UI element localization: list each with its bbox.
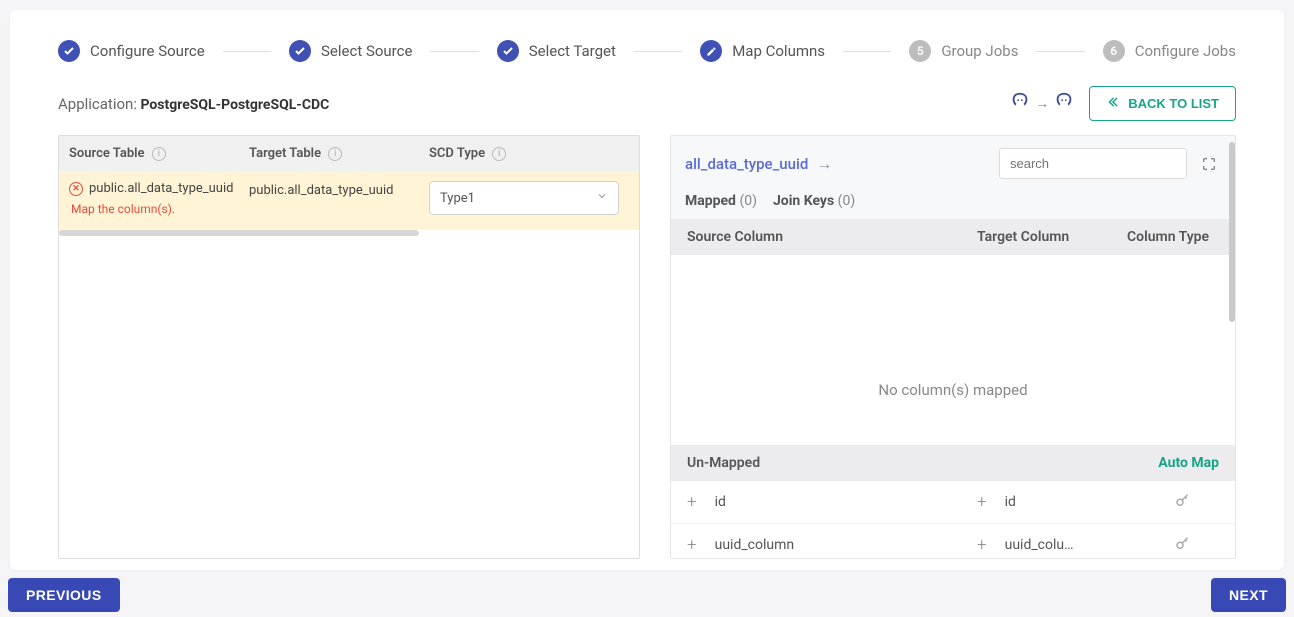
plus-icon[interactable]: + bbox=[977, 492, 987, 512]
table-mapping-list: Source Table i Target Table i SCD Type i… bbox=[58, 135, 640, 559]
step-label: Select Target bbox=[529, 42, 616, 60]
edit-icon bbox=[700, 40, 722, 62]
empty-text: No column(s) mapped bbox=[878, 381, 1027, 399]
arrow-right-icon: → bbox=[1035, 95, 1049, 112]
step-configure-source[interactable]: Configure Source bbox=[58, 40, 205, 62]
step-number-icon: 6 bbox=[1103, 40, 1125, 62]
chevron-down-icon bbox=[596, 190, 608, 206]
join-keys-label: Join Keys bbox=[773, 193, 834, 209]
expand-icon[interactable] bbox=[1197, 152, 1221, 176]
source-table-header: Source Table bbox=[69, 146, 145, 161]
mapped-empty-state: No column(s) mapped bbox=[671, 255, 1235, 445]
plus-icon[interactable]: + bbox=[687, 535, 697, 555]
step-label: Configure Source bbox=[90, 42, 205, 60]
application-label: Application: PostgreSQL-PostgreSQL-CDC bbox=[58, 95, 329, 113]
step-label: Map Columns bbox=[732, 42, 825, 60]
step-label: Group Jobs bbox=[941, 42, 1018, 60]
arrow-right-icon: → bbox=[816, 154, 832, 174]
info-icon[interactable]: i bbox=[152, 147, 166, 161]
check-icon bbox=[497, 40, 519, 62]
scd-type-header: SCD Type bbox=[429, 146, 485, 161]
step-map-columns[interactable]: Map Columns bbox=[700, 40, 825, 62]
column-type-header: Column Type bbox=[1127, 229, 1219, 245]
unmapped-label: Un-Mapped bbox=[687, 455, 760, 471]
step-connector bbox=[634, 51, 682, 52]
plus-icon[interactable]: + bbox=[687, 492, 697, 512]
scd-selected-value: Type1 bbox=[440, 191, 475, 206]
step-label: Configure Jobs bbox=[1135, 42, 1236, 60]
application-name: PostgreSQL-PostgreSQL-CDC bbox=[140, 97, 329, 113]
plus-icon[interactable]: + bbox=[977, 535, 987, 555]
key-icon[interactable] bbox=[1174, 534, 1192, 556]
application-label-text: Application: bbox=[58, 95, 137, 113]
step-connector bbox=[223, 51, 271, 52]
step-connector bbox=[430, 51, 478, 52]
check-icon bbox=[289, 40, 311, 62]
table-row[interactable]: ✕ public.all_data_type_uuid Map the colu… bbox=[59, 171, 639, 230]
target-table-header: Target Table bbox=[249, 146, 321, 161]
automap-button[interactable]: Auto Map bbox=[1158, 455, 1219, 471]
key-icon[interactable] bbox=[1174, 491, 1192, 513]
selected-table-title: all_data_type_uuid bbox=[685, 155, 808, 173]
source-table-value: public.all_data_type_uuid bbox=[89, 181, 233, 196]
step-configure-jobs: 6 Configure Jobs bbox=[1103, 40, 1236, 62]
unmapped-row: + id + id bbox=[671, 481, 1235, 524]
info-icon[interactable]: i bbox=[328, 147, 342, 161]
wizard-stepper: Configure Source Select Source Select Ta… bbox=[10, 10, 1284, 80]
mapped-label: Mapped bbox=[685, 193, 736, 209]
tab-mapped[interactable]: Mapped (0) bbox=[685, 193, 757, 209]
previous-button[interactable]: PREVIOUS bbox=[8, 578, 120, 612]
column-mapping-panel: all_data_type_uuid → Mapped (0) Join Key… bbox=[670, 135, 1236, 559]
unmapped-row: + uuid_column + uuid_colu… bbox=[671, 524, 1235, 559]
step-select-source[interactable]: Select Source bbox=[289, 40, 412, 62]
step-group-jobs: 5 Group Jobs bbox=[909, 40, 1018, 62]
source-column-name: uuid_column bbox=[715, 537, 795, 553]
error-message: Map the column(s). bbox=[71, 202, 249, 216]
mapped-count: (0) bbox=[739, 193, 757, 209]
vertical-scrollbar[interactable] bbox=[1229, 142, 1235, 322]
target-column-name: uuid_colu… bbox=[1005, 537, 1074, 553]
postgres-target-icon bbox=[1053, 91, 1075, 117]
scd-type-select[interactable]: Type1 bbox=[429, 181, 619, 215]
check-icon bbox=[58, 40, 80, 62]
chevron-left-icon bbox=[1106, 95, 1120, 112]
next-button[interactable]: NEXT bbox=[1211, 578, 1286, 612]
step-number-icon: 5 bbox=[909, 40, 931, 62]
source-target-icons: → bbox=[1009, 91, 1075, 117]
step-select-target[interactable]: Select Target bbox=[497, 40, 616, 62]
back-to-list-label: BACK TO LIST bbox=[1128, 96, 1219, 111]
postgres-source-icon bbox=[1009, 91, 1031, 117]
info-icon[interactable]: i bbox=[492, 147, 506, 161]
step-connector bbox=[843, 51, 891, 52]
step-connector bbox=[1036, 51, 1084, 52]
source-column-header: Source Column bbox=[687, 229, 977, 245]
target-table-value: public.all_data_type_uuid bbox=[249, 181, 429, 198]
horizontal-scrollbar[interactable] bbox=[59, 230, 639, 236]
join-keys-count: (0) bbox=[838, 193, 856, 209]
target-column-header: Target Column bbox=[977, 229, 1127, 245]
search-input[interactable] bbox=[999, 148, 1187, 179]
target-column-name: id bbox=[1005, 494, 1016, 510]
back-to-list-button[interactable]: BACK TO LIST bbox=[1089, 86, 1236, 121]
step-label: Select Source bbox=[321, 42, 412, 60]
source-column-name: id bbox=[715, 494, 726, 510]
error-icon: ✕ bbox=[69, 182, 83, 196]
tab-join-keys[interactable]: Join Keys (0) bbox=[773, 193, 855, 209]
